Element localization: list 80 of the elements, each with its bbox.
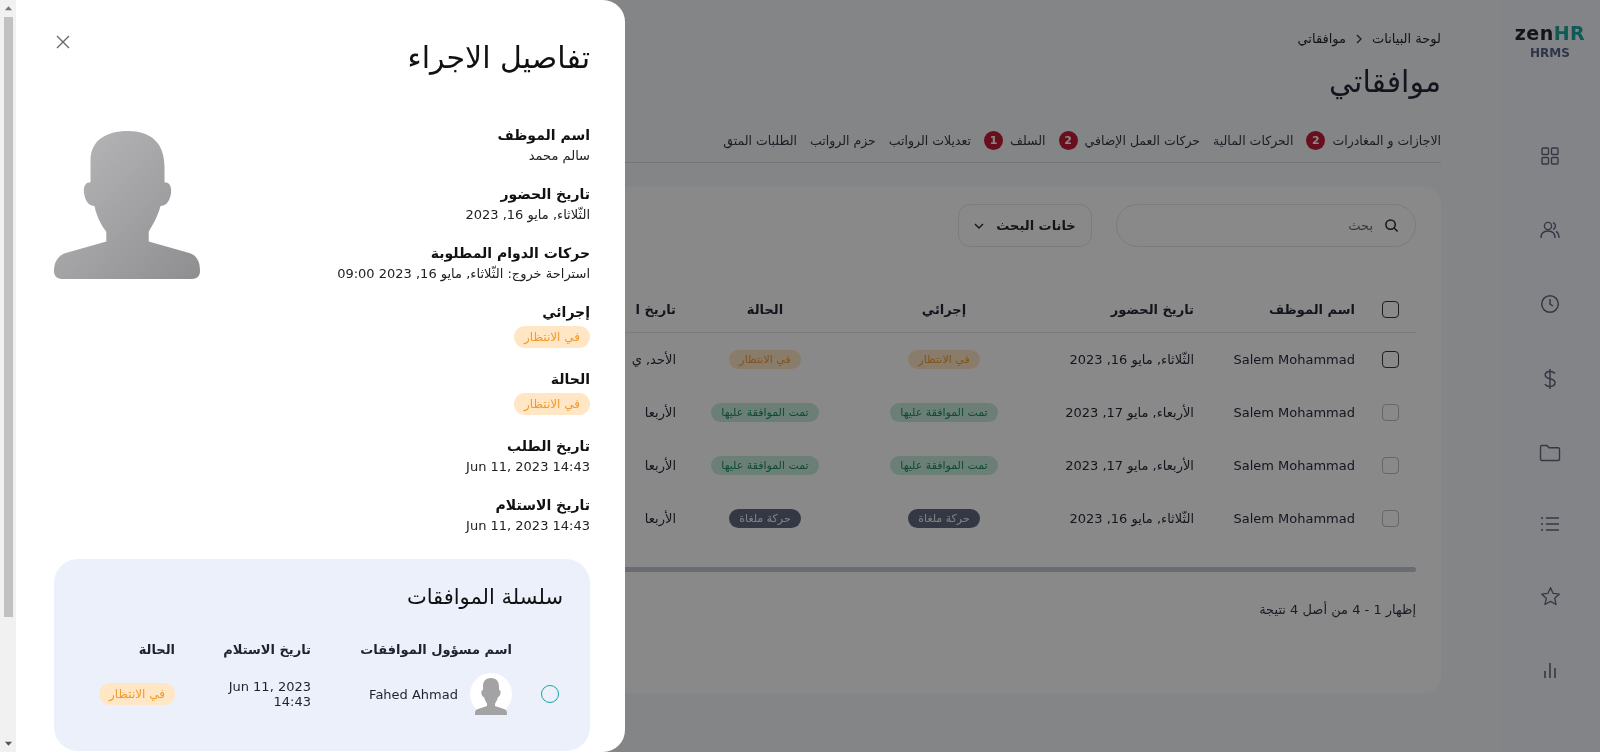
- field-label: حركات الدوام المطلوبة: [430, 245, 590, 261]
- field-label: الحالة: [550, 371, 590, 387]
- results-summary: إظهار 1 - 4 من أصل 4 نتيجة: [1258, 602, 1416, 617]
- column-header: الحالة: [138, 641, 175, 657]
- status-badge: في الانتظار: [514, 326, 590, 348]
- column-header: إجرائي: [921, 301, 967, 317]
- tab[interactable]: الطلبات المتق: [723, 131, 797, 150]
- table-cell: Salem Mohammad: [1233, 352, 1355, 367]
- status-badge: في الانتظار: [99, 683, 175, 705]
- column-header: الحالة: [746, 301, 784, 317]
- tab[interactable]: حزم الرواتب: [810, 131, 876, 150]
- page-title: موافقاتي: [1329, 64, 1441, 99]
- status-badge: تمت الموافقة عليها: [711, 456, 819, 475]
- field-label: تاريخ الطلب: [506, 438, 590, 454]
- table-cell: الثّلاثاء, مايو 16, 2023: [1069, 352, 1194, 367]
- search-fields-dropdown[interactable]: خانات البحث: [958, 204, 1092, 247]
- table-cell: Salem Mohammad: [1233, 458, 1355, 473]
- table-cell: Salem Mohammad: [1233, 511, 1355, 526]
- scroll-down-icon[interactable]: [3, 741, 13, 747]
- checkbox[interactable]: [1381, 351, 1399, 368]
- tab[interactable]: تعديلات الرواتب: [888, 131, 971, 150]
- status-badge: تمت الموافقة عليها: [890, 456, 998, 475]
- approver-name: Fahed Ahmad: [369, 686, 458, 702]
- close-icon[interactable]: [56, 35, 70, 49]
- column-header: اسم مسؤول الموافقات: [360, 641, 512, 657]
- clock-icon[interactable]: [1540, 294, 1560, 314]
- status-badge: حركة ملغاة: [729, 509, 801, 528]
- tab[interactable]: الحركات المالية: [1213, 131, 1294, 150]
- dollar-icon[interactable]: [1543, 368, 1557, 390]
- field-label: إجرائي: [542, 304, 590, 320]
- logo: zenHR: [1514, 22, 1586, 44]
- column-header: تاريخ الاستلام: [223, 641, 311, 657]
- status-badge: تمت الموافقة عليها: [711, 403, 819, 422]
- column-header: تاريخ الحضور: [1110, 301, 1194, 317]
- list-icon[interactable]: [1540, 516, 1560, 532]
- table-cell: الأربعا: [644, 511, 676, 526]
- status-badge: في الانتظار: [514, 393, 590, 415]
- status-badge: تمت الموافقة عليها: [890, 403, 998, 422]
- field-value: Jun 11, 2023 14:43: [466, 459, 590, 474]
- field-label: تاريخ الحضور: [500, 186, 590, 202]
- search-icon: [1384, 218, 1399, 233]
- breadcrumb-link[interactable]: لوحة البيانات: [1372, 31, 1441, 46]
- field-label: تاريخ الاستلام: [495, 497, 590, 513]
- count-badge: 2: [1058, 131, 1078, 150]
- count-badge: 1: [984, 131, 1003, 150]
- table-cell: الأربعاء, مايو 17, 2023: [1065, 458, 1194, 473]
- caret-icon: [974, 222, 985, 229]
- column-header: اسم الموظف: [1269, 301, 1355, 317]
- field-value: سالم محمد: [528, 148, 590, 163]
- checkbox[interactable]: [1381, 300, 1399, 318]
- logo-subtitle: HRMS: [1530, 46, 1570, 60]
- field-value: استراحة خروج: الثّلاثاء, مايو 16, 2023 09:00: [337, 266, 590, 281]
- chevron-icon: [1354, 33, 1364, 44]
- table-cell: الثّلاثاء, مايو 16, 2023: [1069, 511, 1194, 526]
- status-badge: في الانتظار: [908, 350, 980, 369]
- field-value: Jun 11, 2023 14:43: [466, 518, 590, 533]
- dashboard-icon[interactable]: [1540, 146, 1560, 166]
- table-cell: الأربعاء, مايو 17, 2023: [1065, 405, 1194, 420]
- status-badge: في الانتظار: [729, 350, 801, 369]
- count-badge: 2: [1306, 131, 1326, 150]
- scrollbar-thumb[interactable]: [3, 17, 13, 617]
- column-header: تاريخ ا: [635, 301, 676, 317]
- search-field[interactable]: بحث: [1116, 204, 1416, 247]
- table-cell: الأربعا: [644, 405, 676, 420]
- table-cell: الأربعا: [644, 458, 676, 473]
- users-icon[interactable]: [1539, 220, 1561, 240]
- received-date: Jun 11, 2023 14:43: [228, 679, 311, 709]
- field-value: الثّلاثاء, مايو 16, 2023: [465, 207, 590, 222]
- breadcrumb-link[interactable]: موافقاتي: [1297, 31, 1346, 46]
- field-label: اسم الموظف: [497, 127, 590, 143]
- folder-icon[interactable]: [1539, 444, 1561, 462]
- status-badge: حركة ملغاة: [908, 509, 980, 528]
- bar-chart-icon[interactable]: [1542, 661, 1558, 679]
- table-cell: الأحد, ي: [631, 352, 676, 367]
- table-cell: Salem Mohammad: [1233, 405, 1355, 420]
- scroll-up-icon[interactable]: [3, 5, 13, 11]
- avatar-silhouette: [470, 673, 512, 715]
- star-icon[interactable]: [1539, 586, 1561, 607]
- drawer-title: تفاصيل الاجراء: [407, 40, 590, 75]
- panel-title: سلسلة الموافقات: [405, 585, 563, 609]
